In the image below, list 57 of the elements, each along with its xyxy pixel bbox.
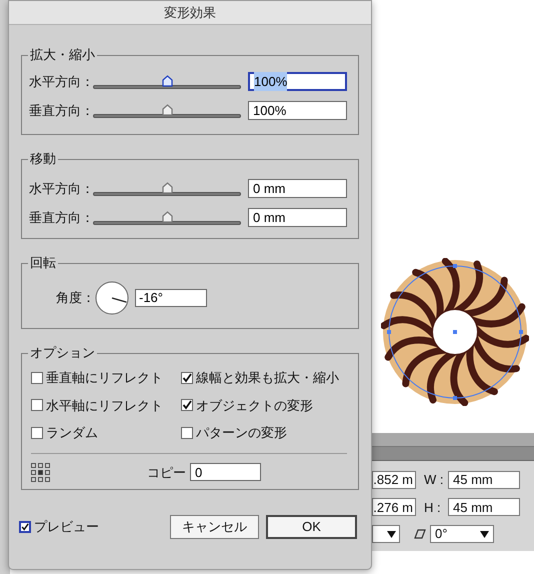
field-label: W : (424, 471, 444, 489)
ok-button[interactable]: OK (266, 515, 357, 539)
slider[interactable] (93, 104, 241, 118)
checkbox[interactable]: パターンの変形 (181, 423, 349, 442)
value-field[interactable]: 0 mm (248, 179, 347, 198)
checkbox-box[interactable] (31, 372, 43, 384)
check-icon (182, 372, 192, 383)
reference-point-icon (31, 462, 50, 482)
caret-icon (387, 530, 396, 538)
field-label: H : (424, 498, 442, 516)
slider-thumb[interactable] (162, 210, 173, 222)
checkbox[interactable]: ランダム (31, 423, 181, 442)
group-legend: 拡大・縮小 (28, 46, 97, 64)
value-field[interactable]: 0 mm (248, 208, 347, 227)
checkbox-box[interactable] (31, 399, 43, 412)
value-field[interactable]: 100% (248, 101, 347, 120)
copy-field[interactable]: 0 (190, 463, 261, 482)
slider[interactable] (93, 182, 241, 196)
checkbox[interactable]: 垂直軸にリフレクト (31, 368, 181, 388)
checkbox[interactable]: 水平軸にリフレクト (31, 396, 181, 415)
checkbox-box[interactable] (31, 426, 43, 439)
y-field[interactable]: .276 m (372, 498, 416, 516)
angle-dial[interactable] (95, 281, 129, 315)
field-label: コピー (147, 464, 186, 482)
window-title: 変形効果 (164, 4, 216, 22)
shear-field[interactable]: 0° (430, 525, 494, 543)
height-field[interactable]: 45 mm (448, 498, 520, 516)
slider[interactable] (93, 210, 241, 224)
slider-thumb[interactable] (162, 182, 173, 194)
field-label: 水平方向： (29, 72, 93, 91)
check-icon (182, 400, 192, 410)
width-field[interactable]: 45 mm (448, 470, 520, 489)
group-legend: 回転 (28, 254, 58, 272)
group-legend: オプション (28, 344, 97, 362)
checkbox-box[interactable] (181, 426, 193, 439)
checkbox-box[interactable] (181, 399, 193, 412)
checkbox[interactable]: オブジェクトの変形 (181, 396, 349, 415)
group-legend: 移動 (28, 150, 58, 168)
checkbox[interactable]: プレビュー (19, 517, 99, 537)
slider-thumb[interactable] (162, 74, 173, 86)
slider-thumb[interactable] (162, 104, 173, 116)
field-label: 垂直方向： (29, 208, 93, 227)
dropdown[interactable] (372, 525, 400, 543)
slider[interactable] (93, 74, 241, 88)
field-label: 水平方向： (29, 180, 93, 198)
x-field[interactable]: .852 m (372, 470, 416, 489)
checkbox-box[interactable] (181, 372, 193, 384)
check-icon (21, 522, 29, 532)
caret-icon (480, 530, 489, 538)
shear-icon (414, 529, 426, 539)
checkbox[interactable]: 線幅と効果も拡大・縮小 (181, 368, 349, 388)
value-field[interactable]: 100% (248, 72, 347, 91)
angle-field[interactable]: -16° (135, 289, 207, 307)
field-label: 垂直方向： (29, 102, 93, 120)
cancel-button[interactable]: キャンセル (170, 515, 259, 539)
checkbox-box[interactable] (19, 521, 31, 533)
field-label: 角度： (56, 289, 95, 308)
